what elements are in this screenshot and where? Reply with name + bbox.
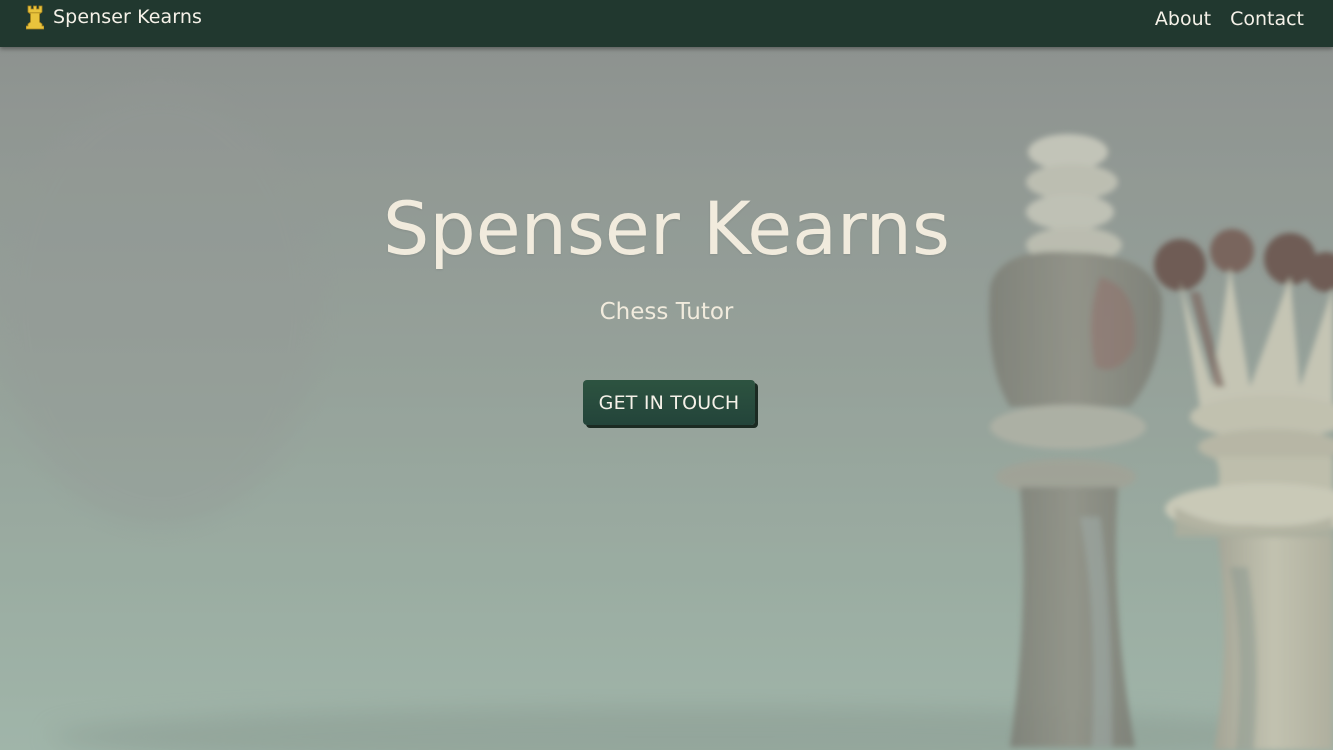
rook-icon: [25, 4, 45, 30]
hero-title: Spenser Kearns: [383, 187, 950, 272]
nav-links: About Contact: [1155, 6, 1304, 32]
get-in-touch-button[interactable]: GET IN TOUCH: [583, 380, 755, 425]
hero-section: Spenser Kearns Chess Tutor GET IN TOUCH: [0, 47, 1333, 750]
top-navbar: Spenser Kearns About Contact: [0, 0, 1333, 47]
nav-link-contact[interactable]: Contact: [1230, 6, 1304, 32]
hero-subtitle: Chess Tutor: [599, 299, 734, 325]
hero-content: Spenser Kearns Chess Tutor GET IN TOUCH: [0, 47, 1333, 750]
nav-link-about[interactable]: About: [1155, 6, 1211, 32]
brand-link[interactable]: Spenser Kearns: [25, 3, 202, 31]
brand-name: Spenser Kearns: [53, 6, 202, 28]
